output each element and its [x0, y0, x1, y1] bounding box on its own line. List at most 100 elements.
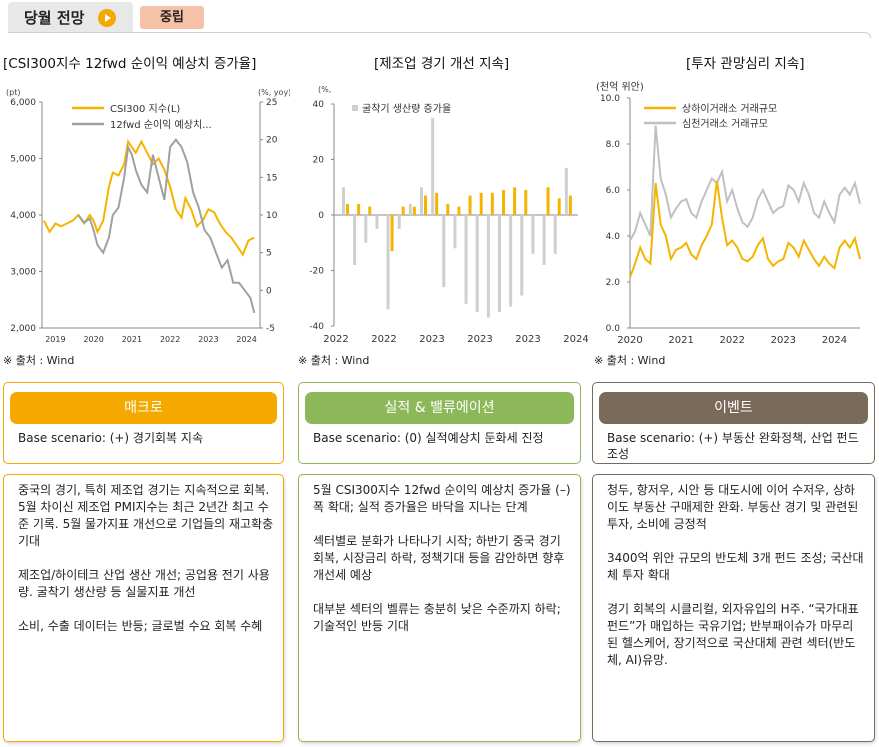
bar-2: [368, 206, 372, 215]
x-tick-label: 2021: [668, 335, 693, 346]
x-tick-label: 2023: [198, 335, 218, 344]
x-tick-label: 2024: [563, 334, 588, 345]
y2-tick-label: -5: [266, 324, 275, 334]
y2-tick-label: 10: [266, 211, 278, 221]
x-tick-label: 2020: [83, 335, 103, 344]
outlook-badge: 중립: [140, 6, 204, 29]
legend-swatch: [352, 105, 358, 111]
event-heading: 이벤트: [599, 392, 868, 424]
x-tick-label: 2023: [419, 334, 444, 345]
bar-1: [442, 215, 446, 288]
bar-1: [498, 215, 501, 313]
chart-excavator-production: (%, -40 -20 0 20 40 2022 2022 2023 2023 2023 2024 굴착…: [309, 85, 588, 345]
bar-1: [520, 215, 524, 296]
bar-1: [342, 187, 345, 215]
bar-2: [479, 192, 483, 215]
bar-2: [502, 190, 505, 215]
chart-earnings-growth: (pt) (%, yoy) 2,000 3,000 4,000 5,000 6,000 -5 0…: [6, 88, 290, 344]
earnings-paragraph: 섹터별로 분화가 나타나기 시작; 하반기 중국 경기회복, 시장금리 하락, …: [313, 534, 565, 582]
bar-1: [553, 215, 557, 254]
play-icon[interactable]: [98, 9, 116, 27]
macro-paragraph: 제조업/하이테크 산업 생산 개선; 공업용 전기 사용량. 굴착기 생산량 등…: [18, 568, 270, 599]
top-tab: 당월 전망 중립: [0, 0, 879, 38]
y-tick-label: 2,000: [10, 324, 36, 334]
series-line-1: [629, 180, 861, 278]
event-paragraph: 3400억 위안 규모의 반도체 3개 펀드 조성; 국산대체 투자 확대: [607, 551, 864, 582]
bar-1: [431, 117, 435, 215]
x-tick-label: 2024: [822, 335, 847, 346]
earnings-detail: 5월 CSI300지수 12fwd 순이익 예상치 증가율 (–) 폭 확대; …: [313, 482, 571, 652]
source-note: ※ 출처 : Wind: [594, 354, 666, 367]
bar-2: [568, 195, 572, 215]
y-tick-label: 0: [318, 211, 324, 221]
chart-exchange-volume: (천억 위안) 0.0 2.0 4.0 6.0 8.0 10.0 2020 2021 2022 20…: [596, 80, 861, 346]
y-tick-label: 4.0: [606, 232, 621, 242]
x-tick-label: 2023: [771, 335, 796, 346]
series-line-2: [629, 125, 861, 242]
y-tick-label: 4,000: [10, 211, 36, 221]
left-axis-unit: (pt): [6, 88, 20, 97]
bar-2: [346, 203, 349, 215]
bar-1: [542, 215, 546, 265]
chart3-title: [투자 관망심리 지속]: [686, 56, 805, 72]
legend-label: 심천거래소 거래규모: [682, 118, 768, 130]
y-tick-label: 6,000: [10, 98, 36, 108]
bar-1: [353, 215, 357, 265]
bar-2: [557, 198, 561, 215]
bar-1: [397, 215, 401, 229]
y-axis-unit: (%,: [318, 85, 331, 94]
series-line-1: [43, 138, 255, 257]
y-tick-label: 10.0: [600, 94, 620, 104]
bar-2: [390, 215, 394, 252]
x-tick-label: 2021: [122, 335, 142, 344]
bar-1: [453, 215, 457, 249]
bar-2: [424, 195, 427, 215]
bar-1: [464, 215, 468, 304]
series-line-2: [77, 138, 256, 314]
tab-border: [8, 32, 871, 38]
earnings-scenario: Base scenario: (0) 실적예상치 둔화세 진정: [313, 431, 544, 445]
earnings-paragraph: 5월 CSI300지수 12fwd 순이익 예상치 증가율 (–) 폭 확대; …: [313, 483, 571, 514]
y2-tick-label: 0: [266, 286, 272, 296]
macro-detail: 중국의 경기, 특히 제조업 경기는 지속적으로 회복. 5월 차이신 제조업 …: [18, 482, 276, 652]
event-detail: 청두, 항저우, 시안 등 대도시에 이어 수저우, 상하이도 부동산 구매제한…: [607, 482, 865, 686]
y2-tick-label: 15: [266, 173, 277, 183]
legend-label: 12fwd 순이익 예상치...: [110, 119, 212, 131]
bar-2: [457, 206, 461, 215]
chart1-title: [CSI300지수 12fwd 순이익 예상치 증가율]: [3, 56, 257, 72]
event-scenario: Base scenario: (+) 부동산 완화정책, 산업 펀드 조성: [607, 431, 859, 461]
y-tick-label: 8.0: [606, 140, 621, 150]
earnings-paragraph: 대부분 섹터의 벨류는 충분히 낮은 수준까지 하락; 기술적인 반등 기대: [313, 602, 561, 633]
chart2-title: [제조업 경기 개선 지속]: [374, 56, 510, 72]
x-tick-label: 2023: [467, 334, 492, 345]
y2-tick-label: 25: [266, 98, 277, 108]
macro-paragraph: 소비, 수출 데이터는 반등; 글로벌 수요 회복 수혜: [18, 619, 263, 633]
y-tick-label: 20: [313, 156, 325, 166]
y-tick-label: 40: [313, 100, 325, 110]
bar-1: [364, 215, 368, 243]
y-tick-label: -20: [309, 267, 324, 277]
source-note: ※ 출처 : Wind: [3, 354, 75, 367]
macro-paragraph: 중국의 경기, 특히 제조업 경기는 지속적으로 회복. 5월 차이신 제조업 …: [18, 483, 274, 548]
x-tick-label: 2022: [160, 335, 180, 344]
bar-1: [509, 215, 513, 307]
y2-tick-label: 20: [266, 136, 278, 146]
bar-2: [435, 192, 439, 215]
bar-1: [486, 215, 490, 318]
source-note: ※ 출처 : Wind: [298, 354, 370, 367]
x-tick-label: 2020: [617, 335, 642, 346]
legend-label: CSI300 지수(L): [110, 103, 180, 115]
bar-1: [475, 215, 479, 313]
bar-1: [531, 215, 535, 254]
event-paragraph: 청두, 항저우, 시안 등 대도시에 이어 수저우, 상하이도 부동산 구매제한…: [607, 483, 859, 531]
bar-2: [513, 187, 517, 215]
right-axis-unit: (%, yoy): [258, 88, 290, 97]
y-tick-label: 0.0: [606, 324, 621, 334]
legend-label: 굴착기 생산량 증가율: [362, 103, 451, 115]
x-tick-label: 2019: [45, 335, 65, 344]
legend-label: 상하이거래소 거래규모: [682, 102, 777, 115]
bar-2: [412, 206, 416, 215]
bar-2: [524, 190, 528, 215]
y-tick-label: 6.0: [606, 186, 621, 196]
bar-1: [564, 167, 568, 215]
